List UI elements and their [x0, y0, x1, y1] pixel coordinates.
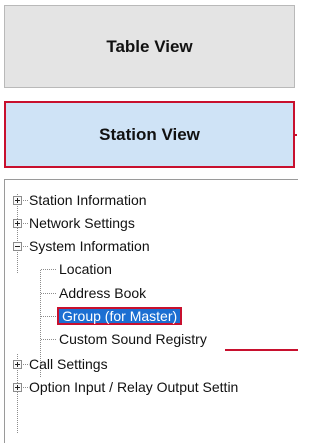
tree-item-group-for-master[interactable]: Group (for Master) [41, 306, 183, 326]
expand-icon[interactable] [13, 218, 22, 228]
tree-item-label: Custom Sound Registry [59, 331, 207, 347]
tree-connector [23, 363, 28, 365]
tree-item-label: Network Settings [29, 215, 135, 231]
expand-icon[interactable] [13, 195, 22, 205]
expand-icon[interactable] [13, 382, 22, 392]
tree-item-custom-sound-registry[interactable]: Custom Sound Registry [41, 329, 207, 349]
tree-connector [41, 338, 57, 340]
tree-item-label: Group (for Master) [57, 307, 183, 325]
tree-connector [41, 268, 57, 270]
collapse-icon[interactable] [13, 241, 22, 251]
tree-connector [23, 222, 28, 224]
settings-tree[interactable]: Station Information Network Settings Sys… [4, 179, 298, 443]
tree-item-location[interactable]: Location [41, 259, 112, 279]
tree-item-label: Option Input / Relay Output Settin [29, 379, 239, 395]
tree-item-station-information[interactable]: Station Information [13, 190, 147, 210]
tree-item-option-input-relay-output[interactable]: Option Input / Relay Output Settin [13, 377, 238, 397]
view-switcher: Table View Station View [0, 0, 297, 176]
station-view-button[interactable]: Station View [4, 101, 295, 168]
tree-connector [23, 199, 28, 201]
tree-connector [41, 315, 57, 317]
tree-item-address-book[interactable]: Address Book [41, 283, 146, 303]
tree-connector [41, 292, 57, 294]
expand-icon[interactable] [13, 359, 22, 369]
table-view-label: Table View [106, 36, 193, 56]
tree-item-label: Call Settings [29, 356, 108, 372]
callout-line [225, 349, 298, 351]
tree-connector [23, 386, 28, 388]
callout-line [295, 134, 297, 136]
tree-item-label: Station Information [29, 192, 147, 208]
tree-item-label: Address Book [59, 285, 147, 301]
tree-item-label: Location [59, 261, 112, 277]
tree-item-system-information[interactable]: System Information [13, 236, 150, 256]
tree-item-label: System Information [29, 238, 150, 254]
tree-connector [23, 245, 28, 247]
tree-item-network-settings[interactable]: Network Settings [13, 213, 135, 233]
tree-item-call-settings[interactable]: Call Settings [13, 354, 108, 374]
table-view-button[interactable]: Table View [4, 5, 295, 88]
station-view-label: Station View [99, 124, 200, 144]
